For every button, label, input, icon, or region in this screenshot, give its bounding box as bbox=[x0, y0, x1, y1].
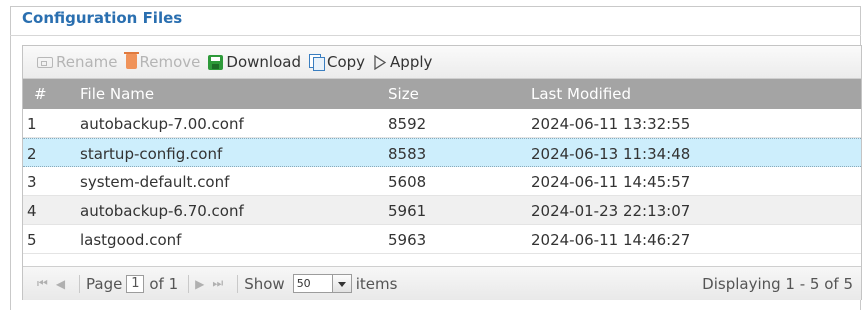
apply-label: Apply bbox=[390, 53, 433, 71]
config-files-panel: Rename Remove Download Copy Apply # File… bbox=[22, 45, 862, 300]
table-row[interactable]: 1 autobackup-7.00.conf 8592 2024-06-11 1… bbox=[23, 109, 861, 138]
play-icon bbox=[373, 54, 387, 70]
page-of-label: of 1 bbox=[149, 274, 179, 293]
row-file-name: startup-config.conf bbox=[80, 145, 223, 163]
rename-button[interactable]: Rename bbox=[37, 53, 118, 71]
toolbar: Rename Remove Download Copy Apply bbox=[23, 46, 861, 79]
row-file-name: autobackup-7.00.conf bbox=[80, 115, 244, 133]
page-size-value: 50 bbox=[292, 274, 333, 293]
row-last-modified: 2024-06-11 13:32:55 bbox=[531, 115, 691, 133]
row-size: 8583 bbox=[388, 145, 427, 163]
pager-divider bbox=[79, 274, 81, 293]
trash-icon bbox=[123, 52, 139, 69]
header-file-name[interactable]: File Name bbox=[80, 85, 154, 103]
download-label: Download bbox=[226, 53, 301, 71]
row-file-name: system-default.conf bbox=[80, 173, 230, 191]
row-num: 2 bbox=[27, 145, 37, 163]
pager-divider bbox=[188, 274, 190, 293]
rename-label: Rename bbox=[56, 53, 118, 71]
page-size-select[interactable]: 50 bbox=[292, 274, 352, 293]
header-last-modified[interactable]: Last Modified bbox=[531, 85, 631, 103]
last-page-icon[interactable]: ⏭ bbox=[212, 276, 223, 291]
row-last-modified: 2024-06-11 14:45:57 bbox=[531, 173, 691, 191]
copy-icon bbox=[308, 54, 325, 71]
download-icon bbox=[208, 54, 224, 70]
pagination-bar: ⏮ ◀ Page 1 of 1 ▶ ⏭ Show 50 items Displa… bbox=[23, 266, 861, 300]
row-num: 1 bbox=[27, 115, 37, 133]
items-label: items bbox=[355, 274, 398, 293]
copy-button[interactable]: Copy bbox=[308, 53, 366, 71]
row-size: 5963 bbox=[388, 231, 427, 249]
title-divider bbox=[10, 35, 861, 36]
row-file-name: lastgood.conf bbox=[80, 231, 182, 249]
table-body: 1 autobackup-7.00.conf 8592 2024-06-11 1… bbox=[23, 109, 861, 254]
header-num[interactable]: # bbox=[34, 85, 47, 103]
row-last-modified: 2024-06-13 11:34:48 bbox=[531, 145, 691, 163]
table-header: # File Name Size Last Modified bbox=[23, 79, 861, 109]
row-last-modified: 2024-01-23 22:13:07 bbox=[531, 202, 691, 220]
table-row[interactable]: 5 lastgood.conf 5963 2024-06-11 14:46:27 bbox=[23, 225, 861, 254]
section-title: Configuration Files bbox=[22, 9, 183, 27]
copy-label: Copy bbox=[326, 53, 366, 71]
show-label: Show bbox=[244, 274, 285, 293]
chevron-down-icon[interactable] bbox=[332, 274, 352, 293]
next-page-icon[interactable]: ▶ bbox=[195, 277, 204, 291]
remove-label: Remove bbox=[139, 53, 201, 71]
row-size: 8592 bbox=[388, 115, 427, 133]
table-row-selected[interactable]: 2 startup-config.conf 8583 2024-06-13 11… bbox=[23, 138, 861, 167]
apply-button[interactable]: Apply bbox=[373, 53, 432, 71]
prev-page-icon[interactable]: ◀ bbox=[56, 277, 65, 291]
first-page-icon[interactable]: ⏮ bbox=[37, 276, 48, 291]
displaying-count: Displaying 1 - 5 of 5 bbox=[702, 275, 853, 293]
row-num: 5 bbox=[27, 231, 37, 249]
rename-icon bbox=[37, 56, 53, 68]
page-number-input[interactable]: 1 bbox=[126, 274, 145, 293]
row-file-name: autobackup-6.70.conf bbox=[80, 202, 244, 220]
row-num: 4 bbox=[27, 202, 37, 220]
page-label: Page bbox=[86, 274, 123, 293]
remove-button[interactable]: Remove bbox=[123, 52, 201, 71]
header-size[interactable]: Size bbox=[388, 85, 419, 103]
row-size: 5608 bbox=[388, 173, 427, 191]
row-num: 3 bbox=[27, 173, 37, 191]
row-last-modified: 2024-06-11 14:46:27 bbox=[531, 231, 691, 249]
table-row[interactable]: 4 autobackup-6.70.conf 5961 2024-01-23 2… bbox=[23, 196, 861, 225]
pager-divider bbox=[237, 274, 239, 293]
row-size: 5961 bbox=[388, 202, 427, 220]
table-row[interactable]: 3 system-default.conf 5608 2024-06-11 14… bbox=[23, 167, 861, 196]
download-button[interactable]: Download bbox=[208, 53, 301, 71]
